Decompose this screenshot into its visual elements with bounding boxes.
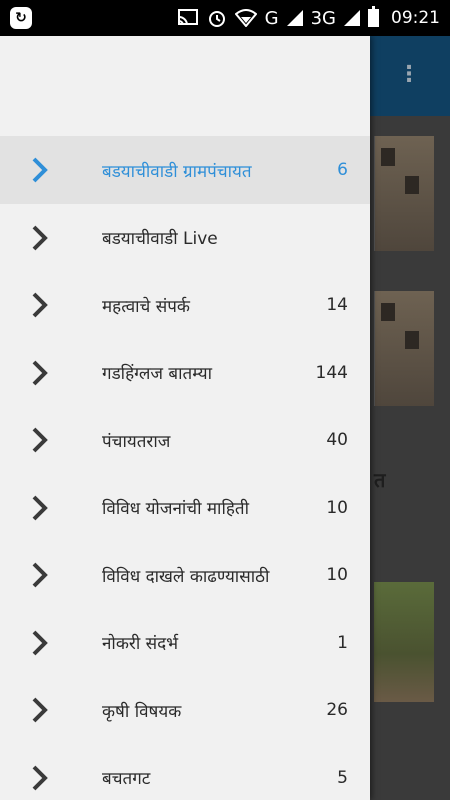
thumbnail-image[interactable] [374, 136, 434, 251]
drawer-item-label: कृषी विषयक [102, 701, 182, 722]
cast-icon [177, 9, 198, 26]
drawer-item-count: 10 [326, 565, 348, 585]
chevron-right-icon [32, 630, 48, 655]
chevron-right-icon [32, 562, 48, 588]
drawer-item-label: बडयाचीवाडी Live [102, 229, 218, 249]
clock: 09:21 [391, 8, 440, 28]
drawer-item-label: बडयाचीवाडी ग्रामपंचायत [102, 161, 252, 182]
drawer-item[interactable]: बचतगट 5 [0, 744, 370, 800]
drawer-item-label: विविध दाखले काढण्यासाठी [102, 566, 270, 587]
drawer-item[interactable]: नोकरी संदर्भ 1 [0, 609, 370, 677]
chevron-right-icon [32, 765, 48, 790]
drawer-item-count: 10 [326, 497, 348, 518]
drawer-item[interactable]: विविध योजनांची माहिती 10 [0, 474, 370, 542]
thumbnail-image[interactable] [374, 582, 434, 702]
drawer-item[interactable]: बडयाचीवाडी Live [0, 204, 370, 272]
drawer-item-label: नोकरी संदर्भ [102, 634, 179, 654]
app-toolbar: ⋮ [370, 36, 450, 116]
alarm-icon [208, 11, 225, 27]
chevron-right-icon [32, 360, 48, 385]
drawer-item-label: महत्वाचे संपर्क [102, 296, 190, 317]
chevron-right-icon [32, 292, 48, 318]
app-notification-icon: ↻ [10, 7, 32, 29]
drawer-item[interactable]: गडहिंग्लज बातम्या 144 [0, 339, 370, 407]
chevron-right-icon [32, 495, 48, 520]
chevron-right-icon [32, 697, 48, 723]
drawer-header [0, 36, 370, 136]
drawer-item-label: विविध योजनांची माहिती [102, 499, 249, 519]
overflow-menu-icon[interactable]: ⋮ [398, 62, 420, 87]
signal-icon [286, 10, 303, 26]
network-type-text: G [264, 7, 279, 29]
background-content: ⋮ त [370, 36, 450, 800]
drawer-item-count: 144 [315, 362, 348, 383]
signal-icon-2 [344, 10, 360, 26]
drawer-item-label: गडहिंग्लज बातम्या [102, 364, 213, 384]
drawer-item[interactable]: विविध दाखले काढण्यासाठी 10 [0, 541, 370, 609]
battery-icon [368, 6, 379, 27]
drawer-item-count: 14 [326, 295, 348, 315]
drawer-item[interactable]: महत्वाचे संपर्क 14 [0, 271, 370, 339]
drawer-item-count: 26 [326, 700, 348, 720]
thumbnail-image[interactable] [374, 291, 434, 406]
drawer-item[interactable]: पंचायतराज 40 [0, 406, 370, 474]
navigation-drawer: बडयाचीवाडी ग्रामपंचायत 6 बडयाचीवाडी Live मह… [0, 36, 370, 800]
chevron-right-icon [32, 427, 48, 453]
drawer-item[interactable]: बडयाचीवाडी ग्रामपंचायत 6 [0, 136, 370, 204]
drawer-item[interactable]: कृषी विषयक 26 [0, 676, 370, 744]
drawer-item-count: 1 [337, 632, 348, 653]
drawer-item-label: पंचायतराज [102, 431, 171, 452]
drawer-item-count: 6 [337, 160, 348, 180]
chevron-right-icon [32, 157, 48, 183]
chevron-right-icon [32, 225, 48, 250]
drawer-item-count: 40 [326, 430, 348, 450]
drawer-item-count: 5 [337, 767, 348, 788]
network-type-text-2: 3G [310, 7, 336, 29]
drawer-item-label: बचतगट [102, 769, 151, 789]
status-bar: ↻ G 3G 09:21 [0, 0, 450, 36]
wifi-icon [234, 9, 257, 27]
background-title-fragment: त [374, 468, 386, 492]
